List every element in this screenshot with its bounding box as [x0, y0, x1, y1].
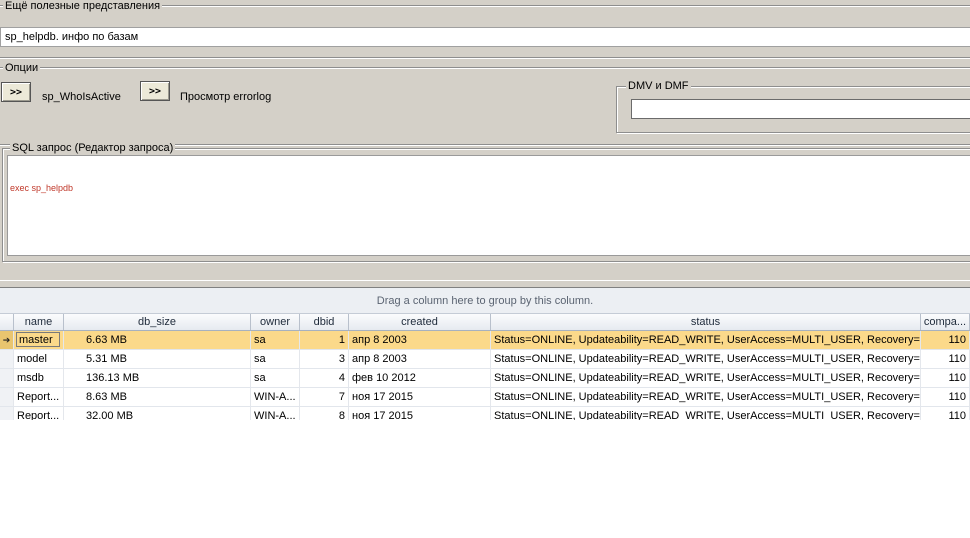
cell-compat[interactable]: 110 — [921, 407, 970, 420]
cell-name-editor[interactable]: master — [16, 332, 60, 347]
cell-compat[interactable]: 110 — [921, 388, 970, 406]
cell-compat[interactable]: 110 — [921, 331, 970, 349]
sql-editor[interactable] — [7, 155, 970, 256]
cell-status[interactable]: Status=ONLINE, Updateability=READ_WRITE,… — [491, 369, 921, 387]
cell-compat[interactable]: 110 — [921, 350, 970, 368]
options-legend: Опции — [3, 62, 41, 74]
cell-name[interactable]: model — [14, 350, 64, 368]
cell-created[interactable]: ноя 17 2015 — [349, 407, 491, 420]
extra-views-select-value: sp_helpdb. инфо по базам — [5, 31, 139, 43]
sql-legend: SQL запрос (Редактор запроса) — [10, 142, 176, 154]
header-indicator — [0, 314, 14, 330]
col-header-owner[interactable]: owner — [251, 314, 300, 330]
table-row[interactable]: ➔ master 6.63 MB sa 1 апр 8 2003 Status=ONLINE… — [0, 331, 970, 350]
cell-dbid[interactable]: 8 — [300, 407, 349, 420]
row-indicator[interactable] — [0, 388, 14, 406]
col-header-compat[interactable]: compa... — [921, 314, 970, 330]
cell-name[interactable]: master — [14, 331, 64, 349]
group-by-panel[interactable]: Drag a column here to group by this colu… — [0, 288, 970, 314]
cell-db-size[interactable]: 5.31 MB — [64, 350, 251, 368]
cell-created[interactable]: апр 8 2003 — [349, 331, 491, 349]
cell-owner[interactable]: sa — [251, 369, 300, 387]
whoisactive-button[interactable]: >> — [1, 82, 31, 102]
row-indicator[interactable] — [0, 369, 14, 387]
cell-db-size[interactable]: 8.63 MB — [64, 388, 251, 406]
cell-dbid[interactable]: 4 — [300, 369, 349, 387]
cell-dbid[interactable]: 1 — [300, 331, 349, 349]
sql-query-text: exec sp_helpdb — [10, 183, 74, 193]
cell-owner[interactable]: WIN-A... — [251, 407, 300, 420]
cell-created[interactable]: ноя 17 2015 — [349, 388, 491, 406]
cell-name[interactable]: Report... — [14, 388, 64, 406]
cell-db-size[interactable]: 136.13 MB — [64, 369, 251, 387]
cell-owner[interactable]: WIN-A... — [251, 388, 300, 406]
table-row[interactable]: Report... 8.63 MB WIN-A... 7 ноя 17 2015 Stat… — [0, 388, 970, 407]
cell-compat[interactable]: 110 — [921, 369, 970, 387]
table-row[interactable]: Report... 32.00 MB WIN-A... 8 ноя 17 2015 Sta… — [0, 407, 970, 420]
dmv-select[interactable] — [631, 99, 970, 119]
cell-status[interactable]: Status=ONLINE, Updateability=READ_WRITE,… — [491, 331, 921, 349]
cell-name[interactable]: msdb — [14, 369, 64, 387]
col-header-name[interactable]: name — [14, 314, 64, 330]
cell-db-size[interactable]: 6.63 MB — [64, 331, 251, 349]
row-indicator[interactable]: ➔ — [0, 331, 14, 349]
cell-db-size[interactable]: 32.00 MB — [64, 407, 251, 420]
dmv-legend: DMV и DMF — [626, 80, 691, 92]
errorlog-label: Просмотр errorlog — [180, 91, 272, 103]
cell-dbid[interactable]: 7 — [300, 388, 349, 406]
errorlog-button[interactable]: >> — [140, 81, 170, 101]
cell-created[interactable]: апр 8 2003 — [349, 350, 491, 368]
col-header-status[interactable]: status — [491, 314, 921, 330]
cell-owner[interactable]: sa — [251, 331, 300, 349]
col-header-db-size[interactable]: db_size — [64, 314, 251, 330]
cell-status[interactable]: Status=ONLINE, Updateability=READ_WRITE,… — [491, 407, 921, 420]
cell-created[interactable]: фев 10 2012 — [349, 369, 491, 387]
results-grid: Drag a column here to group by this colu… — [0, 288, 970, 420]
cell-dbid[interactable]: 3 — [300, 350, 349, 368]
cell-status[interactable]: Status=ONLINE, Updateability=READ_WRITE,… — [491, 350, 921, 368]
extra-views-select[interactable]: sp_helpdb. инфо по базам — [0, 27, 970, 47]
col-header-created[interactable]: created — [349, 314, 491, 330]
col-header-dbid[interactable]: dbid — [300, 314, 349, 330]
splitter[interactable] — [0, 280, 970, 288]
cell-name[interactable]: Report... — [14, 407, 64, 420]
cell-owner[interactable]: sa — [251, 350, 300, 368]
grid-header: name db_size owner dbid created status c… — [0, 314, 970, 331]
row-indicator[interactable] — [0, 350, 14, 368]
table-row[interactable]: model 5.31 MB sa 3 апр 8 2003 Status=ONLINE, … — [0, 350, 970, 369]
extra-views-legend: Ещё полезные представления — [3, 0, 163, 12]
whoisactive-label: sp_WhoIsActive — [42, 91, 121, 103]
table-row[interactable]: msdb 136.13 MB sa 4 фев 10 2012 Status=ONLINE… — [0, 369, 970, 388]
cell-status[interactable]: Status=ONLINE, Updateability=READ_WRITE,… — [491, 388, 921, 406]
row-indicator[interactable] — [0, 407, 14, 420]
